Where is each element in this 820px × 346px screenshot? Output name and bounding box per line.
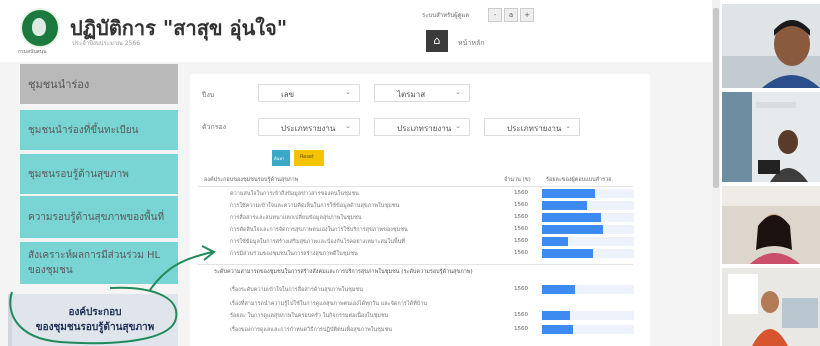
participant-tile[interactable]: [722, 4, 820, 88]
participant-video: [722, 92, 820, 182]
scrollbar[interactable]: [712, 0, 720, 346]
participant-video: [722, 4, 820, 88]
scrollbar-thumb[interactable]: [713, 8, 719, 188]
participant-video: [722, 186, 820, 264]
video-call-strip: [720, 0, 820, 346]
participant-tile[interactable]: [722, 186, 820, 264]
annotation-arrow: [149, 251, 213, 291]
annotation-circle: [9, 286, 178, 345]
annotation-overlay: [9, 245, 216, 345]
app-window: กรมสนับสนุน ปฏิบัติการ "สาสุข อุ่นใจ" ปร…: [0, 0, 712, 346]
participant-video: [722, 268, 820, 346]
participant-tile[interactable]: [722, 92, 820, 182]
participant-tile[interactable]: [722, 268, 820, 346]
